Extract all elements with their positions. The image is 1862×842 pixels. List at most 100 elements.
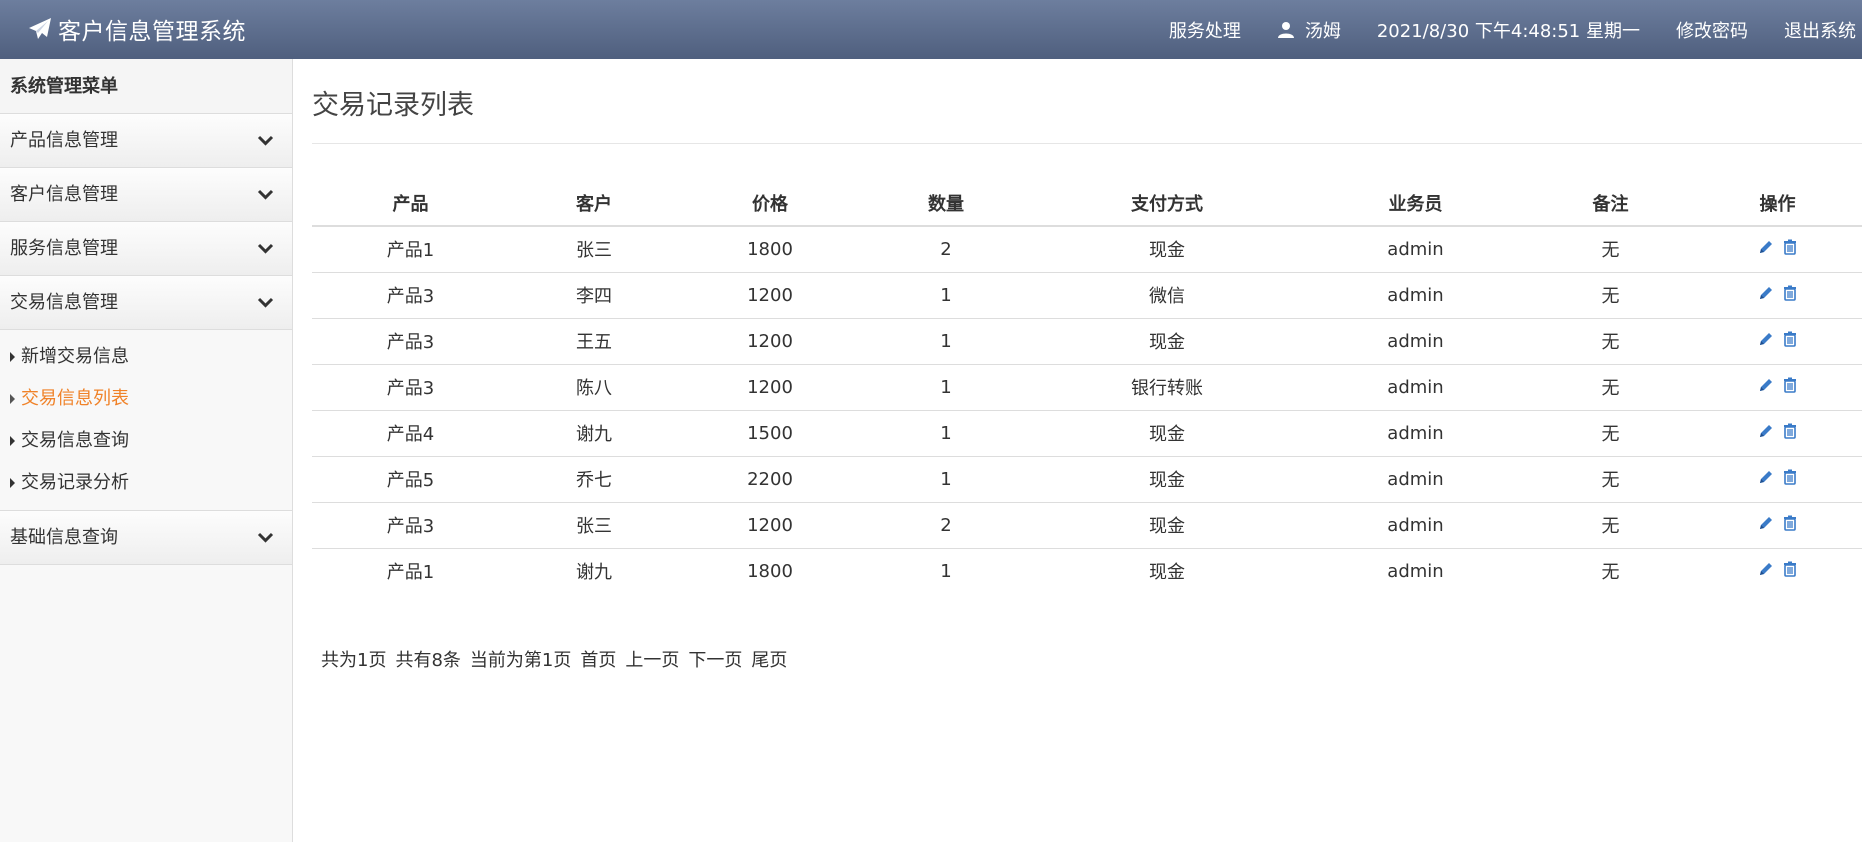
cell-quantity: 1 xyxy=(861,409,1031,456)
sidebar-group-label: 交易信息管理 xyxy=(10,292,118,313)
logout-link[interactable]: 退出系统 xyxy=(1784,17,1856,43)
main-content: 交易记录列表 产品 客户 价格 数量 支付方式 业务员 备注 操作 产品1 张三 1… xyxy=(312,59,1862,842)
trash-icon[interactable] xyxy=(1782,561,1798,577)
column-header: 数量 xyxy=(861,180,1031,227)
chevron-down-icon xyxy=(257,243,274,254)
cell-price: 1800 xyxy=(747,238,793,260)
edit-pencil-icon[interactable] xyxy=(1758,561,1774,577)
cell-payment: 现金 xyxy=(1149,240,1185,262)
cell-remark: 无 xyxy=(1528,409,1693,456)
sidebar-item-add-transaction[interactable]: 新增交易信息 xyxy=(0,336,292,378)
edit-pencil-icon[interactable] xyxy=(1758,423,1774,439)
cell-product: 产品1 xyxy=(386,240,435,262)
chevron-down-icon xyxy=(257,297,274,308)
pager-next-link[interactable]: 下一页 xyxy=(688,646,742,672)
pager-first-link[interactable]: 首页 xyxy=(580,646,616,672)
cell-product: 产品3 xyxy=(312,271,509,318)
brand[interactable]: 客户信息管理系统 xyxy=(28,14,246,45)
edit-pencil-icon[interactable] xyxy=(1758,239,1774,255)
cell-actions xyxy=(1693,547,1862,594)
cell-payment: 现金 xyxy=(1031,317,1303,364)
caret-right-icon xyxy=(10,436,15,446)
page-title: 交易记录列表 xyxy=(312,90,474,121)
cell-salesperson: admin xyxy=(1303,409,1528,456)
trash-icon[interactable] xyxy=(1782,331,1798,347)
sidebar-group-product[interactable]: 产品信息管理 xyxy=(0,114,292,168)
caret-right-icon xyxy=(10,478,15,488)
sidebar-item-label: 交易记录分析 xyxy=(21,472,129,493)
sidebar-item-transaction-query[interactable]: 交易信息查询 xyxy=(0,420,292,462)
table-row: 产品3 王五 1200 1 现金 admin 无 xyxy=(312,317,1862,364)
cell-salesperson: admin xyxy=(1303,501,1528,548)
chevron-down-icon xyxy=(257,189,274,200)
table-header-row: 产品 客户 价格 数量 支付方式 业务员 备注 操作 xyxy=(312,180,1862,227)
edit-pencil-icon[interactable] xyxy=(1758,377,1774,393)
cell-payment: 微信 xyxy=(1031,271,1303,318)
pagination: 共为1页 共有8条 当前为第1页 首页 上一页 下一页 尾页 xyxy=(321,646,787,672)
cell-actions xyxy=(1693,455,1862,502)
pager-total-records: 共有8条 xyxy=(395,650,461,671)
edit-pencil-icon[interactable] xyxy=(1758,331,1774,347)
trash-icon[interactable] xyxy=(1782,423,1798,439)
sidebar-item-label: 交易信息查询 xyxy=(21,430,129,451)
cell-quantity: 1 xyxy=(861,455,1031,502)
cell-customer: 陈八 xyxy=(509,363,679,410)
transaction-table: 产品 客户 价格 数量 支付方式 业务员 备注 操作 产品1 张三 1800 2 现金 a… xyxy=(312,180,1862,594)
cell-quantity: 1 xyxy=(861,363,1031,410)
sidebar-group-basic-query[interactable]: 基础信息查询 xyxy=(0,511,292,565)
pager-last-link[interactable]: 尾页 xyxy=(751,646,787,672)
table-row: 产品5 乔七 2200 1 现金 admin 无 xyxy=(312,455,1862,502)
sidebar-item-transaction-analysis[interactable]: 交易记录分析 xyxy=(0,462,292,504)
cell-remark: 无 xyxy=(1528,271,1693,318)
cell-quantity: 2 xyxy=(940,238,952,260)
column-header: 客户 xyxy=(509,180,679,227)
sidebar-item-label: 交易信息列表 xyxy=(21,388,129,409)
cell-quantity: 1 xyxy=(861,317,1031,364)
cell-product: 产品3 xyxy=(312,317,509,364)
cell-payment: 现金 xyxy=(1031,547,1303,594)
sidebar-item-transaction-list[interactable]: 交易信息列表 xyxy=(0,378,292,420)
divider xyxy=(312,143,1862,144)
trash-icon[interactable] xyxy=(1782,239,1798,255)
user-menu[interactable]: 汤姆 xyxy=(1277,17,1341,43)
cell-remark: 无 xyxy=(1528,455,1693,502)
trash-icon[interactable] xyxy=(1782,285,1798,301)
cell-salesperson: admin xyxy=(1303,271,1528,318)
cell-price: 1500 xyxy=(679,409,861,456)
edit-pencil-icon[interactable] xyxy=(1758,285,1774,301)
sidebar-group-label: 客户信息管理 xyxy=(10,184,118,205)
cell-remark: 无 xyxy=(1528,317,1693,364)
service-link[interactable]: 服务处理 xyxy=(1169,17,1241,43)
cell-customer: 谢九 xyxy=(509,409,679,456)
edit-pencil-icon[interactable] xyxy=(1758,515,1774,531)
trash-icon[interactable] xyxy=(1782,377,1798,393)
cell-salesperson: admin xyxy=(1303,547,1528,594)
table-row: 产品3 张三 1200 2 现金 admin 无 xyxy=(312,501,1862,548)
column-header: 业务员 xyxy=(1303,180,1528,227)
sidebar-group-label: 基础信息查询 xyxy=(10,527,118,548)
user-icon xyxy=(1277,21,1294,38)
sidebar-group-customer[interactable]: 客户信息管理 xyxy=(0,168,292,222)
change-password-link[interactable]: 修改密码 xyxy=(1676,17,1748,43)
cell-price: 2200 xyxy=(679,455,861,502)
cell-remark: 无 xyxy=(1528,501,1693,548)
cell-actions xyxy=(1693,226,1862,272)
cell-salesperson: admin xyxy=(1303,455,1528,502)
pager-prev-link[interactable]: 上一页 xyxy=(625,646,679,672)
cell-customer: 王五 xyxy=(509,317,679,364)
sidebar-group-label: 服务信息管理 xyxy=(10,238,118,259)
cell-price: 1800 xyxy=(679,547,861,594)
sidebar-group-service[interactable]: 服务信息管理 xyxy=(0,222,292,276)
edit-pencil-icon[interactable] xyxy=(1758,469,1774,485)
cell-remark: 无 xyxy=(1528,363,1693,410)
trash-icon[interactable] xyxy=(1782,515,1798,531)
cell-customer: 乔七 xyxy=(509,455,679,502)
trash-icon[interactable] xyxy=(1782,469,1798,485)
cell-quantity: 1 xyxy=(861,547,1031,594)
top-bar: 客户信息管理系统 服务处理 汤姆 2021/8/30 下午4:48:51 星期一… xyxy=(0,0,1862,59)
cell-actions xyxy=(1693,409,1862,456)
pager-total-pages: 共为1页 xyxy=(321,650,387,671)
cell-product: 产品3 xyxy=(312,501,509,548)
caret-right-icon xyxy=(10,394,15,404)
sidebar-group-transaction[interactable]: 交易信息管理 xyxy=(0,276,292,330)
